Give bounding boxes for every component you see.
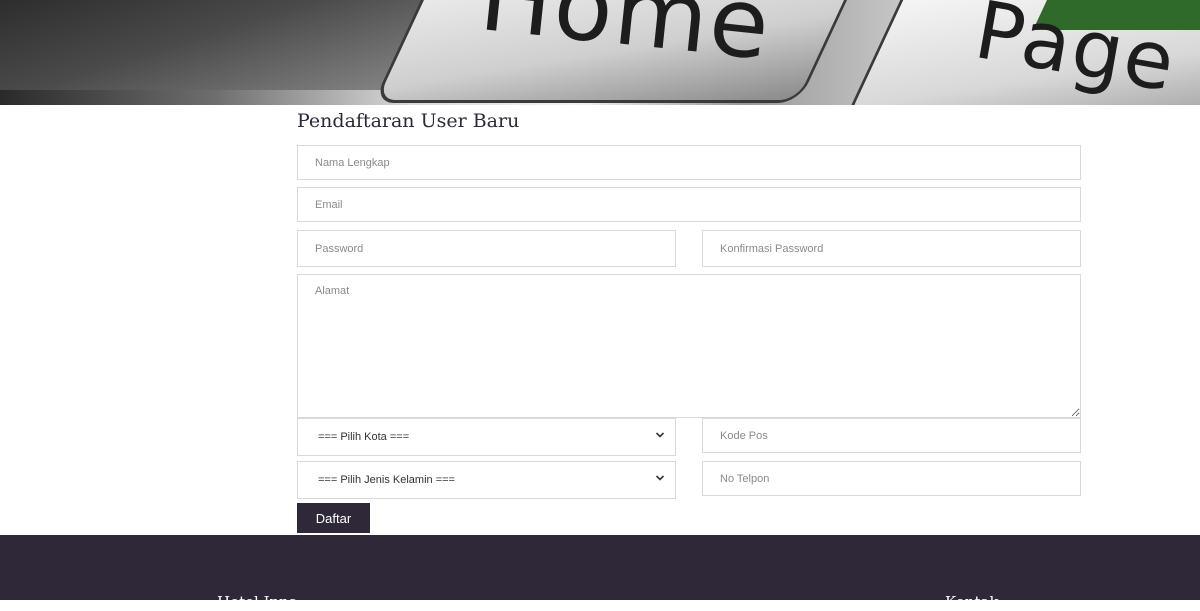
alamat-textarea[interactable] bbox=[297, 274, 1081, 418]
hero-banner: Home Page bbox=[0, 0, 1200, 105]
footer-heading-right: Kontak bbox=[945, 593, 999, 611]
no-telpon-input[interactable] bbox=[702, 461, 1081, 496]
footer: Hotel Inna Kontak bbox=[0, 535, 1200, 611]
daftar-button[interactable]: Daftar bbox=[297, 503, 370, 533]
kota-select[interactable]: === Pilih Kota === bbox=[297, 418, 676, 456]
footer-heading-left: Hotel Inna bbox=[217, 593, 298, 611]
chevron-down-icon bbox=[655, 430, 665, 443]
email-input[interactable] bbox=[297, 187, 1081, 222]
jenis-kelamin-select[interactable]: === Pilih Jenis Kelamin === bbox=[297, 461, 676, 499]
nama-lengkap-input[interactable] bbox=[297, 145, 1081, 180]
kode-pos-input[interactable] bbox=[702, 418, 1081, 453]
kota-select-value: === Pilih Kota === bbox=[318, 431, 410, 443]
jenis-kelamin-select-value: === Pilih Jenis Kelamin === bbox=[318, 474, 455, 486]
password-input[interactable] bbox=[297, 230, 676, 267]
page-title: Pendaftaran User Baru bbox=[297, 110, 520, 132]
chevron-down-icon bbox=[655, 473, 665, 486]
konfirmasi-password-input[interactable] bbox=[702, 230, 1081, 267]
